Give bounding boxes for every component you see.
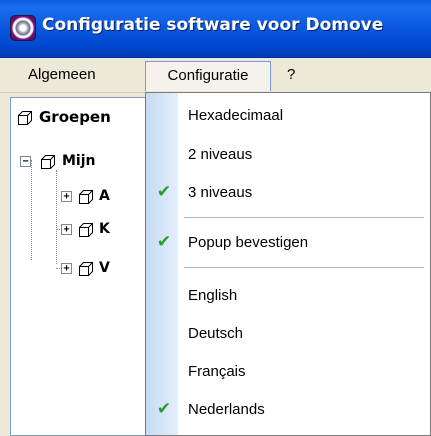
tree-root-row[interactable]: − Mijn [20, 153, 160, 171]
group-icon [79, 190, 93, 204]
menu-algemeen[interactable]: Algemeen [22, 61, 102, 91]
tree-item-label: A [99, 188, 110, 204]
menu-item-label: Deutsch [188, 325, 244, 342]
menu-item-2-niveaus[interactable]: 2 niveaus [146, 137, 430, 173]
tree-header: Groepen [17, 108, 111, 126]
expand-toggle[interactable]: + [61, 191, 72, 202]
menu-item-label: Français [188, 363, 246, 380]
tree-root-label: Mijn [62, 153, 96, 169]
menu-item-deutsch[interactable]: Deutsch [146, 316, 430, 352]
checkmark-icon: ✔ [156, 232, 172, 252]
menu-separator [184, 217, 424, 218]
checkmark-icon: ✔ [156, 399, 172, 419]
menu-item-nederlands[interactable]: ✔ Nederlands [146, 392, 430, 428]
expand-toggle[interactable]: + [61, 224, 72, 235]
tree-line [56, 170, 57, 264]
menu-help[interactable]: ? [281, 61, 301, 91]
menu-separator [184, 267, 424, 268]
configuratie-dropdown-menu: Hexadecimaal 2 niveaus ✔ 3 niveaus ✔ Pop… [145, 92, 431, 436]
app-icon[interactable] [10, 15, 36, 41]
collapse-toggle[interactable]: − [20, 156, 31, 167]
expand-toggle[interactable]: + [61, 263, 72, 274]
group-icon [18, 111, 32, 125]
window-title: Configuratie software voor Domove [42, 15, 384, 35]
group-icon [41, 155, 55, 169]
group-icon [79, 223, 93, 237]
tree-line [31, 160, 32, 260]
checkmark-icon: ✔ [156, 182, 172, 202]
menu-configuratie[interactable]: Configuratie [145, 61, 271, 91]
menu-item-hexadecimaal[interactable]: Hexadecimaal [146, 98, 430, 134]
title-bar[interactable]: Configuratie software voor Domove [0, 0, 431, 58]
menu-item-label: Nederlands [188, 401, 265, 418]
menu-item-label: English [188, 287, 238, 304]
menu-item-francais[interactable]: Français [146, 354, 430, 390]
menu-item-popup-bevestigen[interactable]: ✔ Popup bevestigen [146, 225, 430, 261]
tree-item-label: K [99, 221, 110, 237]
menu-bar: Algemeen Configuratie ? [0, 58, 431, 93]
group-icon [79, 262, 93, 276]
tree-item-label: V [99, 260, 110, 276]
tree-header-label: Groepen [39, 108, 111, 126]
application-window: Configuratie software voor Domove Algeme… [0, 0, 431, 436]
menu-item-label: 2 niveaus [188, 146, 253, 163]
menu-item-english[interactable]: English [146, 278, 430, 314]
menu-item-3-niveaus[interactable]: ✔ 3 niveaus [146, 175, 430, 211]
menu-item-label: Popup bevestigen [188, 234, 309, 251]
menu-item-label: Hexadecimaal [188, 107, 284, 124]
groups-tree-panel[interactable]: Groepen − Mijn + A + K + V [10, 97, 160, 436]
menu-item-label: 3 niveaus [188, 184, 253, 201]
